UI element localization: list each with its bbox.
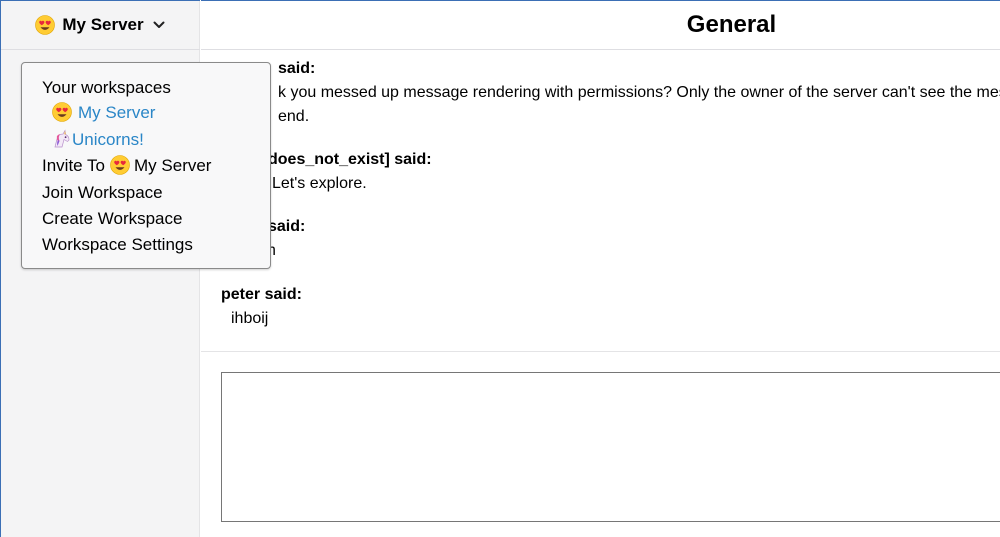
workspace-item-my-server[interactable]: My Server [52, 101, 155, 125]
message-body: k you messed up message rendering with p… [278, 84, 1000, 125]
message-item: said: h [221, 218, 1000, 263]
server-switcher-button[interactable]: My Server [1, 0, 200, 50]
workspace-item-unicorns[interactable]: Unicorns! [52, 128, 144, 152]
message-body: ihboij [231, 310, 269, 327]
app-window: My Server General said: k you messed up … [0, 0, 1000, 537]
message-author: said: [268, 218, 306, 235]
create-workspace-item[interactable]: Create Workspace [42, 207, 182, 231]
message-author: peter said: [221, 286, 302, 303]
message-author: does_not_exist] said: [268, 151, 432, 168]
message-body: h [267, 242, 276, 259]
message-item: said: k you messed up message rendering … [221, 60, 1000, 129]
composer-divider [201, 351, 1000, 352]
workspace-name: My Server [78, 103, 156, 122]
message-body: Let's explore. [272, 175, 367, 192]
message-list[interactable]: said: k you messed up message rendering … [221, 60, 1000, 340]
channel-header: General [201, 0, 1000, 50]
heart-eyes-emoji-icon [35, 15, 56, 35]
invite-prefix: Invite To [42, 156, 106, 175]
workspaces-heading: Your workspaces [42, 78, 171, 97]
heart-eyes-emoji-icon [110, 155, 130, 175]
channel-title: General [686, 11, 777, 38]
heart-eyes-emoji-icon [52, 102, 72, 122]
main-panel: General said: k you messed up message re… [201, 0, 1000, 537]
chevron-down-icon [153, 21, 165, 28]
workspace-dropdown-menu: Your workspaces My Server Unicorns! Invi… [21, 62, 271, 269]
workspace-settings-item[interactable]: Workspace Settings [42, 233, 193, 257]
join-workspace-item[interactable]: Join Workspace [42, 181, 163, 205]
workspace-name: Unicorns! [72, 130, 144, 149]
invite-to-server-item[interactable]: Invite To My Server [42, 154, 211, 178]
message-input[interactable] [221, 372, 1000, 522]
invite-server-name: My Server [134, 156, 212, 175]
message-item: peter said: ihboij [221, 286, 1000, 331]
server-name: My Server [62, 15, 144, 34]
unicorn-emoji-icon [54, 129, 70, 148]
message-item: does_not_exist] said: Let's explore. [221, 151, 1000, 196]
message-author: said: [278, 60, 316, 77]
